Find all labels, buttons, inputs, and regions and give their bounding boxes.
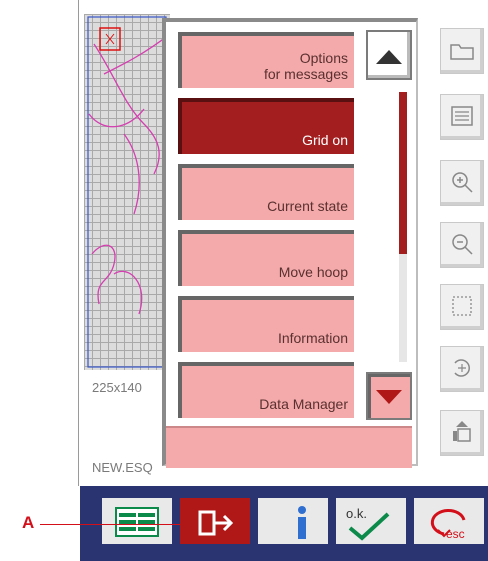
scrollbar-thumb[interactable] — [399, 92, 407, 254]
menu-item-label: Data Manager — [259, 396, 348, 412]
list-icon — [451, 106, 473, 126]
menu-item-current-state[interactable]: Current state — [178, 164, 354, 220]
callout-label: A — [22, 513, 35, 532]
scroll-up-button[interactable] — [366, 30, 412, 80]
menu-item-label: Move hoop — [278, 264, 348, 280]
options-menu: Options for messages Grid on Current sta… — [162, 18, 418, 468]
esc-button[interactable]: esc — [414, 494, 484, 546]
menu-item-label: Information — [277, 330, 348, 346]
rotate-button[interactable] — [440, 346, 484, 392]
menu-item-options-for-messages[interactable]: Options for messages — [178, 32, 354, 88]
folder-icon — [450, 44, 474, 60]
zoom-out-icon — [452, 234, 473, 255]
menu-item-information[interactable]: Information — [178, 296, 354, 352]
menu-item-move-hoop[interactable]: Move hoop — [178, 230, 354, 286]
menu-list-button[interactable] — [102, 494, 172, 546]
embroidery-design — [87, 16, 170, 368]
hoop-button[interactable] — [440, 410, 484, 456]
design-size-label: 225x140 — [92, 380, 142, 395]
zoom-in-button[interactable] — [440, 160, 484, 206]
triangle-down-icon — [376, 390, 402, 404]
ok-check-icon: o.k. — [336, 498, 406, 544]
triangle-up-icon — [376, 50, 402, 64]
open-folder-button[interactable] — [440, 28, 484, 74]
exit-button[interactable] — [180, 494, 250, 546]
zoom-out-button[interactable] — [440, 222, 484, 268]
svg-text:esc: esc — [446, 527, 465, 541]
file-name-label: NEW.ESQ — [92, 460, 153, 475]
svg-text:o.k.: o.k. — [346, 506, 367, 521]
menu-item-label: Grid on — [302, 132, 348, 148]
info-icon — [258, 498, 328, 544]
select-area-button[interactable] — [440, 284, 484, 330]
menu-footer — [166, 426, 412, 468]
info-button[interactable] — [258, 494, 328, 546]
menu-item-label: Current state — [267, 198, 348, 214]
menu-list-icon — [102, 498, 172, 544]
menu-item-label: for messages — [263, 66, 348, 82]
list-view-button[interactable] — [440, 94, 484, 140]
esc-icon: esc — [414, 498, 484, 544]
menu-item-grid-on[interactable]: Grid on — [178, 98, 354, 154]
embroidery-canvas[interactable] — [84, 14, 170, 370]
menu-item-label: Options — [299, 50, 348, 66]
zoom-in-icon — [452, 172, 473, 193]
menu-item-data-manager[interactable]: Data Manager — [178, 362, 354, 418]
hoop-icon — [453, 421, 471, 442]
scroll-down-button[interactable] — [366, 372, 412, 420]
select-icon — [452, 296, 472, 316]
exit-icon — [180, 498, 250, 544]
callout-line — [40, 524, 180, 525]
rotate-icon — [454, 359, 470, 377]
ok-button[interactable]: o.k. — [336, 494, 406, 546]
